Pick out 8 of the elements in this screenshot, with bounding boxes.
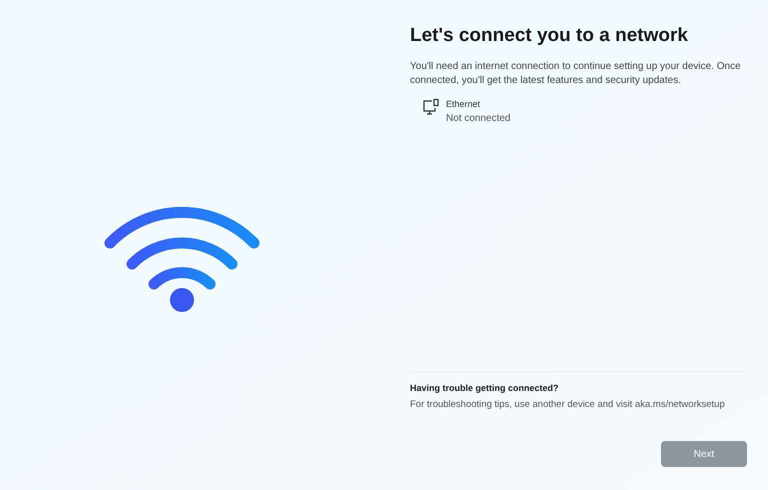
description: You'll need an internet connection to continue setting up your device. Once connected, you'll get the latest features and security updates. — [410, 60, 742, 88]
page-title: Let's connect you to a network — [410, 24, 689, 48]
monitor-icon — [422, 98, 440, 116]
help-heading: Having trouble getting connected? — [410, 382, 560, 396]
network-status: Not connected — [446, 112, 510, 126]
help-text: For troubleshooting tips, use another device and visit aka.ms/networksetup — [410, 398, 726, 412]
network-item[interactable]: Ethernet Not connected — [410, 98, 747, 126]
network-name: Ethernet — [446, 98, 482, 111]
